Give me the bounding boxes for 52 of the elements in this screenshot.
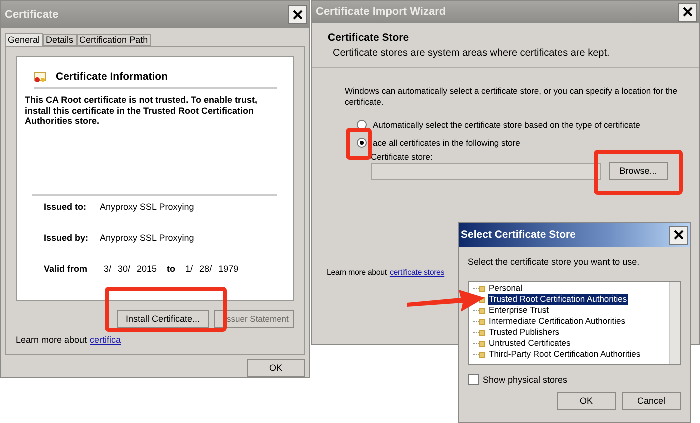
help-text: Learn more about	[16, 335, 88, 345]
list-item[interactable]: Enterprise Trust	[488, 305, 550, 316]
close-button[interactable]	[669, 226, 688, 244]
field-value: Anyproxy SSL Proxying	[100, 202, 194, 212]
warning-text: This CA Root certificate is not trusted. To enable trust, install this certificate in the Trusted Root Certification Authorities store.	[25, 95, 259, 126]
field-label: Issued to:	[44, 202, 88, 212]
input-field[interactable]	[371, 163, 601, 180]
checkbox-label: Show physical stores	[483, 374, 568, 384]
certificate-icon	[34, 72, 47, 82]
list-item[interactable]: Trusted Root Certification Authorities	[488, 294, 628, 305]
close-icon	[674, 230, 684, 240]
close-icon	[292, 10, 302, 20]
dialog-button[interactable]: OK	[557, 392, 616, 410]
browse-button[interactable]: Browse...	[609, 162, 668, 180]
field-label: Issued by:	[44, 233, 90, 243]
close-button[interactable]	[288, 5, 307, 24]
list-item[interactable]: Trusted Publishers	[488, 327, 561, 338]
date-text: 1/ 28/ 1979	[186, 264, 239, 274]
dialog-button[interactable]: Install Certificate...	[117, 310, 209, 328]
field-label: to	[167, 264, 176, 274]
window-title: Certificate	[5, 8, 59, 20]
highlight-frame	[346, 128, 372, 160]
description-text: Windows can automatically select a certificate store, or you can specify a location for the certificate.	[345, 86, 679, 108]
window-title: Select Certificate Store	[461, 229, 576, 241]
section-subtitle: Certificate stores are system areas where certificates are kept.	[332, 48, 611, 59]
close-button[interactable]	[678, 2, 697, 22]
radio-label: Automatically select the certificate store based on the type of certificate	[373, 120, 640, 130]
help-link[interactable]: certifica	[90, 335, 122, 345]
section-title: Certificate Information	[56, 71, 168, 83]
radio-button[interactable]	[357, 138, 367, 148]
help-link[interactable]: certificate stores	[390, 268, 445, 277]
ok-button[interactable]: OK	[247, 359, 305, 377]
tab[interactable]: Certification Path	[76, 34, 152, 46]
checkbox[interactable]	[468, 374, 479, 385]
section-title: Certificate Store	[328, 32, 410, 44]
prompt-text: Select the certificate store you want to use.	[468, 257, 641, 267]
field-label: Certificate store:	[371, 152, 434, 162]
window-title: Certificate Import Wizard	[316, 6, 446, 18]
scrollbar[interactable]	[669, 282, 680, 364]
list-item[interactable]: Intermediate Certification Authorities	[488, 316, 627, 327]
tab[interactable]: General	[5, 33, 44, 46]
help-text: Learn more about	[327, 268, 387, 277]
radio-label: ace all certificates in the following store	[373, 138, 520, 148]
list-item[interactable]: Personal	[488, 283, 524, 294]
dialog-button[interactable]: Cancel	[622, 392, 681, 410]
list-item[interactable]: Untrusted Certificates	[488, 338, 572, 349]
field-value: Anyproxy SSL Proxying	[100, 233, 194, 243]
field-label: Valid from	[44, 264, 89, 274]
tab[interactable]: Details	[43, 34, 77, 46]
list-item[interactable]: Third-Party Root Certification Authorities	[488, 349, 642, 360]
close-icon	[682, 7, 692, 17]
date-text: 3/ 30/ 2015	[104, 264, 158, 274]
